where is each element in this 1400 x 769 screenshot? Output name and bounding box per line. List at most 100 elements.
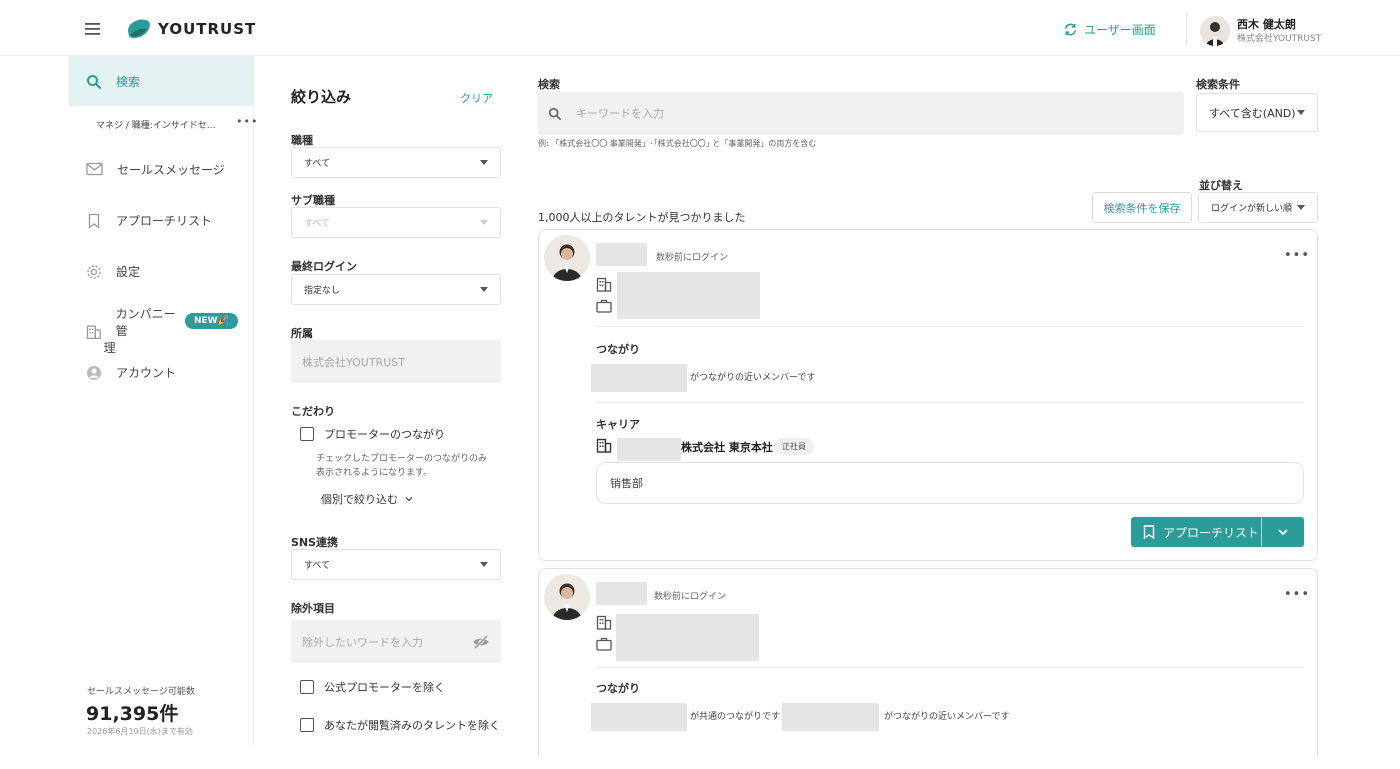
last-login-select[interactable]: 指定なし [291, 274, 501, 305]
sns-label: SNS連携 [291, 536, 339, 549]
user-avatar[interactable] [1200, 16, 1230, 46]
brand-name: YOUTRUST [158, 20, 257, 38]
save-conditions-button[interactable]: 検索条件を保存 [1092, 192, 1192, 223]
briefcase-icon [596, 299, 612, 313]
sidebar-item-sales-message[interactable]: セールスメッセージ [86, 161, 225, 178]
preferences-label: こだわり [291, 405, 335, 418]
company-prefix-placeholder [617, 438, 681, 461]
approach-list-dropdown[interactable] [1262, 527, 1304, 537]
sns-select[interactable]: すべて [291, 549, 501, 580]
user-screen-link[interactable]: ユーザー画面 [1063, 21, 1156, 38]
sidebar-item-settings[interactable]: 設定 [86, 263, 140, 280]
sidebar-item-label: セールスメッセージ [117, 163, 225, 177]
bookmark-icon [88, 213, 100, 229]
sort-select[interactable]: ログインが新しい順 [1198, 192, 1318, 223]
building-icon [596, 615, 612, 630]
affiliation-placeholder: 株式会社YOUTRUST [302, 355, 405, 369]
mail-icon [86, 162, 103, 176]
exclude-viewed-label: あなたが閲覧済みのタレントを除く [324, 719, 500, 732]
building-icon [596, 277, 612, 292]
sidebar-item-label: 検索 [116, 75, 141, 89]
new-badge: NEW🎉 [185, 313, 238, 329]
last-login-text: 数秒前にログイン [656, 253, 729, 263]
clear-filters-button[interactable]: クリア [460, 90, 493, 106]
affiliation-label: 所属 [291, 327, 313, 340]
header-divider [1186, 12, 1187, 46]
checkbox-box[interactable] [300, 718, 314, 732]
hamburger-icon[interactable] [84, 20, 102, 38]
user-name: 西木 健太朗 [1237, 18, 1296, 31]
caret-down-icon [480, 220, 488, 225]
exclude-viewed-checkbox[interactable]: あなたが閲覧済みのタレントを除く [300, 717, 500, 733]
eye-off-icon[interactable] [472, 634, 490, 650]
exclude-input[interactable]: 除外したいワードを入力 [291, 620, 501, 663]
condition-value: すべて含む(AND) [1209, 106, 1296, 120]
promoter-connection-checkbox[interactable]: プロモーターのつながり [300, 426, 445, 442]
more-icon[interactable]: ••• [1284, 248, 1310, 263]
user-company: 株式会社YOUTRUST [1237, 34, 1322, 44]
saved-search-item[interactable]: マネジ / 職種:インサイドセールス [96, 118, 221, 131]
talent-avatar[interactable] [544, 235, 590, 281]
message-quota-label: セールスメッセージ可能数 [87, 687, 195, 697]
keyword-search-input[interactable] [576, 107, 1156, 120]
brand-logo[interactable]: YOUTRUST [126, 17, 256, 41]
exclude-label: 除外項目 [291, 602, 335, 615]
promoter-connection-label: プロモーターのつながり [324, 428, 445, 441]
sort-value: ログインが新しい順 [1211, 204, 1293, 214]
condition-select[interactable]: すべて含む(AND) [1196, 93, 1318, 132]
gear-icon [87, 264, 101, 279]
individual-filter-label: 個別で絞り込む [321, 493, 398, 506]
keyword-search-box[interactable] [538, 92, 1184, 135]
connection-avatars-placeholder [782, 703, 879, 731]
connection-avatars-placeholder [591, 364, 687, 392]
result-count: 1,000人以上のタレントが見つかりました [538, 211, 746, 224]
name-placeholder [596, 243, 647, 266]
company-name: 株式会社 東京本社 [681, 441, 773, 454]
profile-placeholder [616, 614, 759, 661]
checkbox-box[interactable] [300, 427, 314, 441]
filter-title: 絞り込み [291, 88, 352, 106]
add-to-approach-list[interactable]: アプローチリスト [1131, 517, 1261, 547]
sns-value: すべて [304, 561, 331, 571]
sort-label: 並び替え [1199, 179, 1243, 192]
sidebar-item-label: カンパニー管 [115, 307, 176, 338]
sidebar-item-company-admin[interactable]: カンパニー管 理 [86, 306, 186, 357]
card-divider [596, 667, 1304, 668]
exclude-official-promoter-checkbox[interactable]: 公式プロモーターを除く [300, 679, 445, 695]
caret-down-icon [1297, 110, 1305, 115]
sub-job-type-select[interactable]: すべて [291, 207, 501, 238]
sidebar-item-label: アプローチリスト [116, 214, 213, 228]
individual-filter-toggle[interactable]: 個別で絞り込む [321, 491, 414, 507]
job-type-value: すべて [304, 159, 331, 169]
more-icon[interactable]: ••• [236, 115, 258, 128]
affiliation-input[interactable]: 株式会社YOUTRUST [291, 340, 501, 383]
checkbox-box[interactable] [300, 680, 314, 694]
button-divider [1261, 517, 1262, 547]
message-valid-until: 2026年6月10日(水)まで有効 [87, 727, 193, 736]
sidebar [69, 56, 254, 746]
sidebar-item-search[interactable]: 検索 [86, 73, 140, 90]
caret-down-icon [480, 562, 488, 567]
chevron-down-icon [405, 497, 413, 502]
employment-badge: 正社員 [774, 438, 814, 455]
sidebar-item-label: アカウント [116, 366, 177, 380]
department-text: 销售部 [610, 477, 643, 490]
caret-down-icon [480, 160, 488, 165]
job-type-select[interactable]: すべて [291, 147, 501, 178]
search-icon [87, 74, 102, 89]
exclude-official-promoter-label: 公式プロモーターを除く [324, 681, 445, 694]
refresh-icon [1065, 23, 1076, 36]
sidebar-item-account[interactable]: アカウント [86, 364, 176, 381]
sidebar-item-approach-list[interactable]: アプローチリスト [86, 212, 212, 229]
sidebar-item-label-cont: 理 [103, 341, 116, 355]
caret-down-icon [480, 287, 488, 292]
chevron-down-icon [1278, 529, 1288, 536]
more-icon[interactable]: ••• [1284, 587, 1310, 602]
account-icon [87, 365, 101, 380]
approach-list-button[interactable]: アプローチリスト [1131, 517, 1304, 547]
last-login-value: 指定なし [304, 286, 341, 296]
sub-job-type-label: サブ職種 [291, 194, 335, 207]
department-box: 销售部 [596, 462, 1304, 504]
talent-avatar[interactable] [544, 574, 590, 620]
common-connections-placeholder [591, 703, 687, 731]
